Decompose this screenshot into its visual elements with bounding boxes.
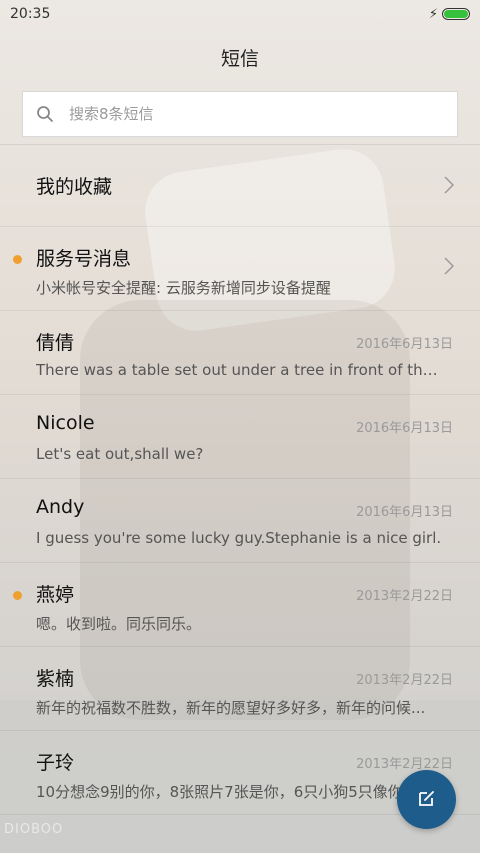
conversation-date: 2013年2月22日 [356, 757, 453, 772]
search-input[interactable] [67, 104, 457, 124]
battery-icon [442, 8, 470, 20]
search-icon [23, 105, 67, 123]
conversation-list: 我的收藏 服务号消息 小米帐号安全提醒: 云服务新增同步设备提醒 倩倩 2016… [0, 144, 480, 815]
conversation-date: 2013年2月22日 [356, 589, 453, 604]
search-box[interactable] [22, 91, 458, 137]
unread-dot [13, 255, 22, 264]
conversation-row[interactable]: 燕婷 2013年2月22日 嗯。收到啦。同乐同乐。 [0, 563, 480, 647]
status-bar: 20:35 ⚡ [0, 0, 480, 28]
conversation-row[interactable]: Andy 2016年6月13日 I guess you're some luck… [0, 479, 480, 563]
conversation-name: Nicole [36, 412, 95, 434]
favorites-row[interactable]: 我的收藏 [0, 145, 480, 227]
chevron-right-icon [444, 176, 455, 198]
favorites-label: 我的收藏 [36, 176, 113, 198]
conversation-name: 燕婷 [36, 584, 75, 606]
battery-level [444, 10, 468, 18]
service-messages-row[interactable]: 服务号消息 小米帐号安全提醒: 云服务新增同步设备提醒 [0, 227, 480, 311]
conversation-preview: 10分想念9别的你，8张照片7张是你，6只小狗5只像你... [36, 783, 418, 801]
conversation-preview: Let's eat out,shall we? [36, 445, 204, 463]
conversation-row[interactable]: Nicole 2016年6月13日 Let's eat out,shall we… [0, 395, 480, 479]
conversation-preview: 嗯。收到啦。同乐同乐。 [36, 615, 202, 633]
conversation-row[interactable]: 紫楠 2013年2月22日 新年的祝福数不胜数，新年的愿望好多好多，新年的问候.… [0, 647, 480, 731]
conversation-name: 服务号消息 [36, 248, 132, 270]
watermark: DIOBOO [4, 822, 64, 837]
conversation-name: Andy [36, 496, 85, 518]
compose-icon [417, 788, 437, 812]
page-title: 短信 [220, 47, 259, 70]
status-icons: ⚡ [429, 7, 470, 22]
conversation-name: 紫楠 [36, 668, 75, 690]
conversation-row[interactable]: 倩倩 2016年6月13日 There was a table set out … [0, 311, 480, 395]
conversation-preview: 新年的祝福数不胜数，新年的愿望好多好多，新年的问候... [36, 699, 426, 717]
search-area [0, 86, 480, 144]
conversation-preview: I guess you're some lucky guy.Stephanie … [36, 529, 442, 547]
conversation-name: 子玲 [36, 752, 75, 774]
charging-icon: ⚡ [428, 6, 438, 22]
conversation-date: 2016年6月13日 [356, 337, 453, 352]
chevron-right-icon [444, 257, 455, 279]
compose-button[interactable] [397, 770, 456, 829]
unread-dot [13, 591, 22, 600]
conversation-date: 2016年6月13日 [356, 505, 453, 520]
conversation-preview: 小米帐号安全提醒: 云服务新增同步设备提醒 [36, 279, 331, 297]
conversation-preview: There was a table set out under a tree i… [36, 361, 446, 379]
conversation-name: 倩倩 [36, 332, 75, 354]
status-time: 20:35 [10, 6, 51, 22]
conversation-date: 2013年2月22日 [356, 673, 453, 688]
conversation-date: 2016年6月13日 [356, 421, 453, 436]
